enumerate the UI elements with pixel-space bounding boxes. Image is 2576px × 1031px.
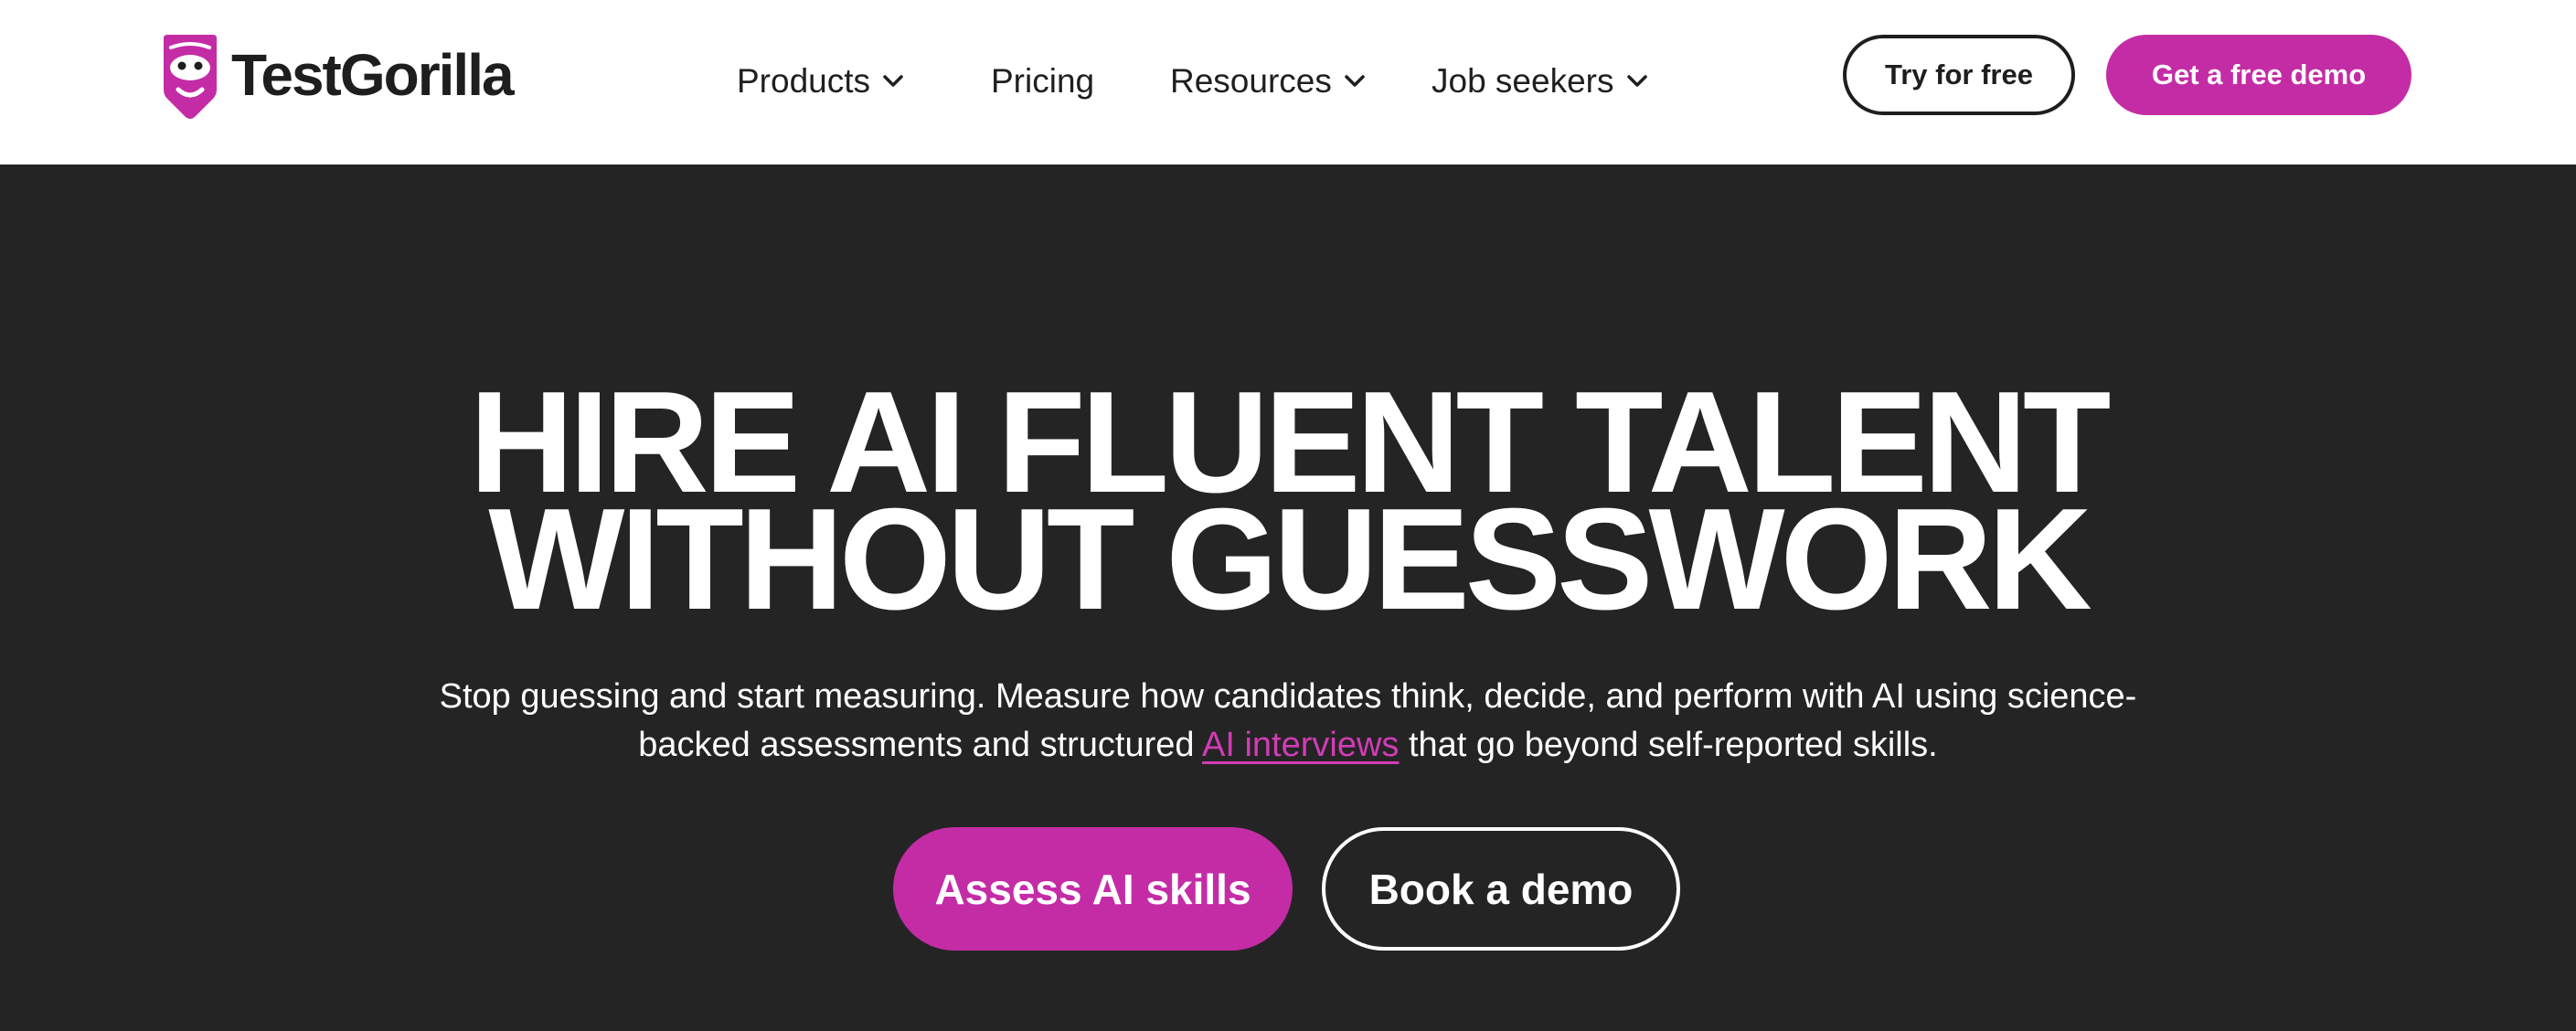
chevron-down-icon: [1345, 75, 1365, 87]
nav-pricing[interactable]: Pricing: [991, 58, 1094, 104]
assess-ai-skills-button[interactable]: Assess AI skills: [893, 827, 1293, 951]
hero-subtitle-text-after: that go beyond self-reported skills.: [1399, 726, 1938, 764]
try-for-free-button[interactable]: Try for free: [1843, 35, 2075, 115]
nav-job-seekers-label: Job seekers: [1432, 62, 1614, 100]
hero-subtitle-text-before: backed assessments and structured: [638, 726, 1203, 764]
hero-subtitle-line-2: backed assessments and structured AI int…: [274, 721, 2302, 770]
site-header: TestGorilla Products Pricing Resources J…: [0, 0, 2576, 165]
nav-products-label: Products: [737, 62, 871, 100]
page: TestGorilla Products Pricing Resources J…: [0, 0, 2576, 1031]
chevron-down-icon: [883, 75, 903, 87]
book-demo-button[interactable]: Book a demo: [1322, 827, 1680, 951]
nav-products[interactable]: Products: [737, 58, 903, 104]
hero-title: HIRE AI FLUENT TALENT WITHOUT GUESSWORK: [0, 370, 2576, 640]
hero-title-line-2: WITHOUT GUESSWORK: [488, 479, 2092, 640]
get-free-demo-button[interactable]: Get a free demo: [2106, 35, 2411, 115]
chevron-down-icon: [1626, 75, 1647, 87]
nav-job-seekers[interactable]: Job seekers: [1432, 58, 1647, 104]
hero-subtitle: Stop guessing and start measuring. Measu…: [274, 673, 2302, 770]
nav-resources[interactable]: Resources: [1170, 58, 1365, 104]
nav-resources-label: Resources: [1170, 62, 1332, 100]
hero-subtitle-line-1: Stop guessing and start measuring. Measu…: [439, 677, 2137, 716]
ai-interviews-link[interactable]: AI interviews: [1202, 726, 1399, 764]
nav-pricing-label: Pricing: [991, 62, 1095, 100]
